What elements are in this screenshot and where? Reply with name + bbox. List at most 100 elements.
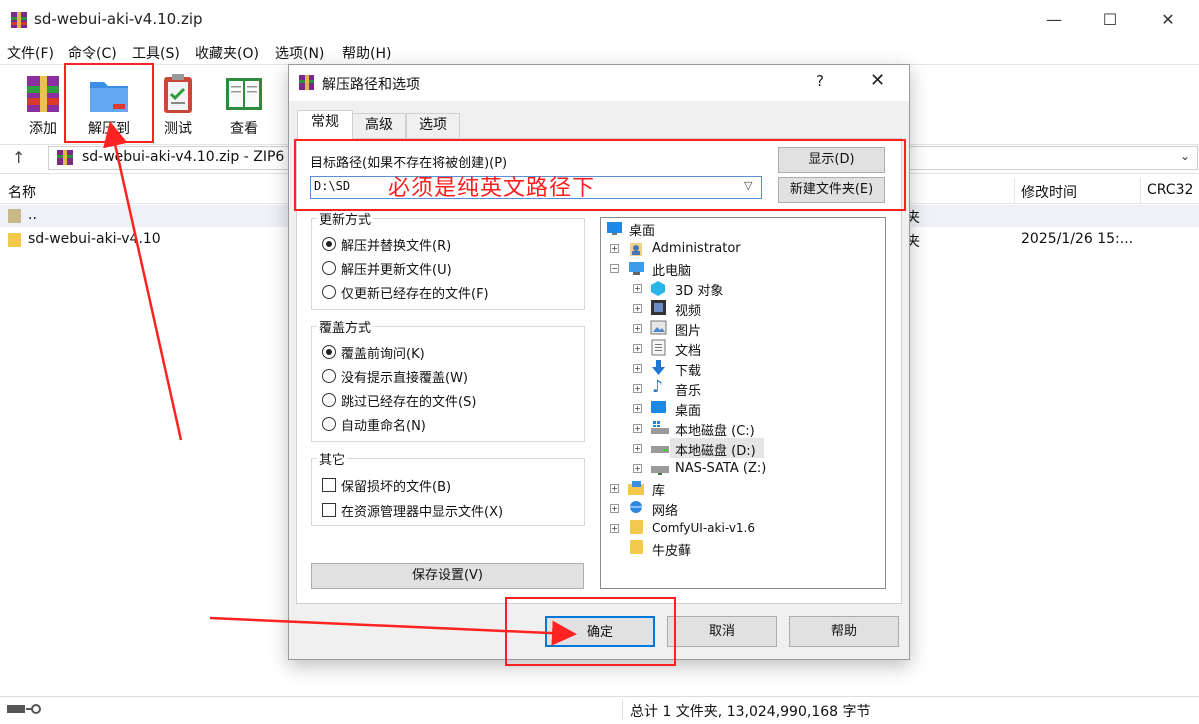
library-icon xyxy=(628,481,644,495)
tree-network[interactable]: 网络 xyxy=(652,500,678,519)
tree-niupixian[interactable]: 牛皮藓 xyxy=(652,540,691,559)
column-name[interactable]: 名称 xyxy=(8,182,36,202)
tree-desktop-pc[interactable]: 桌面 xyxy=(675,400,701,419)
radio-ask-label[interactable]: 覆盖前询问(K) xyxy=(341,343,425,362)
expand-icon[interactable]: + xyxy=(610,524,619,533)
radio-overwrite-label[interactable]: 没有提示直接覆盖(W) xyxy=(341,367,468,386)
menu-command[interactable]: 命令(C) xyxy=(68,43,117,63)
tree-nas[interactable]: NAS-SATA (Z:) xyxy=(675,461,766,476)
expand-icon[interactable]: + xyxy=(633,464,642,473)
expand-icon[interactable]: + xyxy=(633,324,642,333)
expand-icon[interactable]: + xyxy=(633,304,642,313)
help-button[interactable]: 帮助 xyxy=(789,616,899,647)
expand-icon[interactable]: + xyxy=(633,384,642,393)
radio-rename-label[interactable]: 自动重命名(N) xyxy=(341,415,426,434)
winrar-icon xyxy=(11,12,27,28)
tree-this-pc[interactable]: 此电脑 xyxy=(652,260,691,279)
menu-options[interactable]: 选项(N) xyxy=(275,43,324,63)
tree-library[interactable]: 库 xyxy=(652,480,665,499)
checkbox-show-in-explorer-label[interactable]: 在资源管理器中显示文件(X) xyxy=(341,501,503,520)
tree-administrator[interactable]: Administrator xyxy=(652,241,741,256)
expand-icon[interactable]: + xyxy=(633,364,642,373)
download-icon xyxy=(652,360,665,375)
3d-objects-icon xyxy=(651,281,665,296)
up-arrow-icon[interactable]: ↑ xyxy=(12,148,25,167)
expand-icon[interactable]: + xyxy=(610,244,619,253)
expand-icon[interactable]: + xyxy=(633,284,642,293)
status-bar xyxy=(0,696,1199,724)
tree-music[interactable]: 音乐 xyxy=(675,380,701,399)
expand-icon[interactable]: + xyxy=(610,484,619,493)
expand-icon[interactable]: + xyxy=(633,404,642,413)
status-summary: 总计 1 文件夹, 13,024,990,168 字节 xyxy=(630,704,871,720)
column-crc32[interactable]: CRC32 xyxy=(1147,182,1193,198)
maximize-button[interactable]: ☐ xyxy=(1094,6,1126,34)
network-icon xyxy=(630,501,642,513)
radio-skip[interactable] xyxy=(322,393,336,407)
documents-icon xyxy=(651,339,666,356)
tree-3d-objects[interactable]: 3D 对象 xyxy=(675,280,723,299)
tree-drive-c[interactable]: 本地磁盘 (C:) xyxy=(675,420,755,439)
user-icon xyxy=(630,243,642,256)
overwrite-mode-title: 覆盖方式 xyxy=(317,317,374,336)
expand-icon[interactable]: + xyxy=(633,444,642,453)
tab-advanced[interactable]: 高级 xyxy=(352,113,406,138)
radio-fresh-existing-label[interactable]: 仅更新已经存在的文件(F) xyxy=(341,283,489,302)
radio-ask[interactable] xyxy=(322,345,336,359)
tab-general[interactable]: 常规 xyxy=(297,110,353,139)
collapse-icon[interactable]: − xyxy=(610,264,619,273)
tree-videos[interactable]: 视频 xyxy=(675,300,701,319)
save-settings-button[interactable]: 保存设置(V) xyxy=(311,563,584,589)
radio-rename[interactable] xyxy=(322,417,336,431)
tree-pictures[interactable]: 图片 xyxy=(675,320,701,339)
file-name: .. xyxy=(28,207,37,223)
view-button[interactable]: 查看 xyxy=(214,70,274,138)
column-divider xyxy=(1014,178,1015,204)
minimize-button[interactable]: — xyxy=(1038,6,1070,34)
cancel-button[interactable]: 取消 xyxy=(667,616,777,647)
winrar-icon xyxy=(299,75,314,90)
expand-icon[interactable]: + xyxy=(633,424,642,433)
menu-file[interactable]: 文件(F) xyxy=(7,43,54,63)
radio-update[interactable] xyxy=(322,261,336,275)
chevron-down-icon[interactable]: ⌄ xyxy=(1180,149,1190,163)
status-divider xyxy=(622,700,623,720)
tree-downloads[interactable]: 下载 xyxy=(675,360,701,379)
tree-drive-d[interactable]: 本地磁盘 (D:) xyxy=(675,440,756,459)
tree-comfyui[interactable]: ComfyUI-aki-v1.6 xyxy=(652,521,755,535)
expand-icon[interactable]: + xyxy=(610,504,619,513)
tree-documents[interactable]: 文档 xyxy=(675,340,701,359)
highlight-destination xyxy=(294,139,906,211)
radio-replace[interactable] xyxy=(322,237,336,251)
windows-drive-icon xyxy=(651,421,669,434)
menu-tools[interactable]: 工具(S) xyxy=(132,43,180,63)
clipboard-check-icon xyxy=(164,74,192,113)
test-button[interactable]: 测试 xyxy=(148,70,208,138)
menu-help[interactable]: 帮助(H) xyxy=(342,43,391,63)
expand-icon[interactable]: + xyxy=(633,344,642,353)
radio-overwrite[interactable] xyxy=(322,369,336,383)
folder-icon xyxy=(630,520,643,534)
computer-icon xyxy=(629,262,644,275)
radio-fresh-existing[interactable] xyxy=(322,285,336,299)
menu-favorites[interactable]: 收藏夹(O) xyxy=(195,43,259,63)
radio-replace-label[interactable]: 解压并替换文件(R) xyxy=(341,235,451,254)
tree-desktop[interactable]: 桌面 xyxy=(629,220,655,239)
column-modified[interactable]: 修改时间 xyxy=(1021,182,1077,202)
file-name: sd-webui-aki-v4.10 xyxy=(28,231,161,247)
dialog-help-icon[interactable]: ? xyxy=(816,72,824,90)
radio-update-label[interactable]: 解压并更新文件(U) xyxy=(341,259,452,278)
dialog-close-button[interactable]: ✕ xyxy=(870,70,885,91)
checkbox-show-in-explorer[interactable] xyxy=(322,503,336,517)
radio-skip-label[interactable]: 跳过已经存在的文件(S) xyxy=(341,391,476,410)
folder-up-icon xyxy=(8,209,21,223)
misc-title: 其它 xyxy=(317,449,348,468)
file-modified: 2025/1/26 15:... xyxy=(1021,231,1134,247)
checkbox-keep-broken[interactable] xyxy=(322,478,336,492)
tab-options[interactable]: 选项 xyxy=(406,113,460,138)
drive-key-icon xyxy=(7,704,41,714)
book-icon xyxy=(226,78,262,110)
checkbox-keep-broken-label[interactable]: 保留损坏的文件(B) xyxy=(341,476,451,495)
menu-bar xyxy=(0,40,1199,64)
close-button[interactable]: ✕ xyxy=(1152,6,1184,34)
